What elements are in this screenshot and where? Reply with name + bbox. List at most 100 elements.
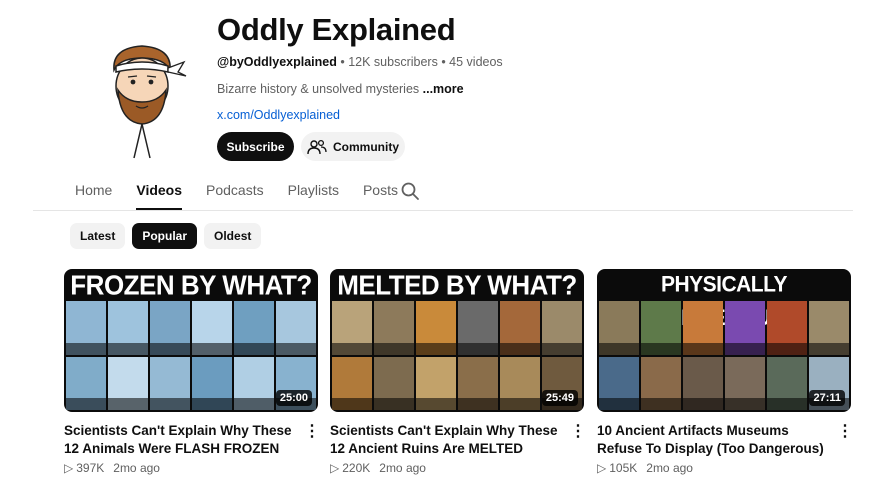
thumbnail-title: PHYSICALLY DANGEROUS? <box>651 272 797 331</box>
channel-title: Oddly Explained <box>217 12 456 47</box>
upload-age: 2mo ago <box>379 461 426 475</box>
video-duration: 25:49 <box>541 390 578 406</box>
subscriber-count: 12K subscribers <box>348 55 438 69</box>
tab-podcasts[interactable]: Podcasts <box>206 182 264 210</box>
thumbnail-tile <box>192 301 232 355</box>
video-title[interactable]: Scientists Can't Explain Why These 12 An… <box>64 422 294 458</box>
tile-caption <box>767 398 807 410</box>
thumbnail-title: MELTED BY WHAT? <box>337 269 577 301</box>
thumbnail-tile <box>599 301 639 355</box>
thumbnail-tile <box>641 301 681 355</box>
tile-caption <box>599 342 639 355</box>
video-card[interactable]: FROZEN BY WHAT? 25:00 Scientists Can't E… <box>64 269 320 475</box>
tile-caption <box>150 342 190 355</box>
thumbnail-tile <box>500 301 540 355</box>
more-link[interactable]: ...more <box>423 82 464 96</box>
video-thumbnail[interactable]: PHYSICALLY DANGEROUS? 27:11 <box>597 269 851 412</box>
tile-caption <box>641 342 681 355</box>
video-card[interactable]: PHYSICALLY DANGEROUS? 27:11 10 Ancient A… <box>597 269 853 475</box>
community-label: Community <box>333 139 399 154</box>
chip-popular[interactable]: Popular <box>132 223 198 249</box>
tile-caption <box>332 398 372 410</box>
thumbnail-tile <box>458 356 498 410</box>
thumbnail-tile <box>192 356 232 410</box>
tile-caption <box>725 398 765 410</box>
thumbnail-tile <box>234 356 274 410</box>
tile-caption <box>809 342 849 355</box>
thumbnail-tile <box>641 356 681 410</box>
more-actions-icon[interactable]: ⋮ <box>570 421 586 441</box>
tile-caption <box>500 342 540 355</box>
tile-caption <box>641 398 681 410</box>
view-count: 105K <box>609 461 638 475</box>
tile-caption <box>458 342 498 355</box>
video-card[interactable]: MELTED BY WHAT? 25:49 Scientists Can't E… <box>330 269 586 475</box>
chip-latest[interactable]: Latest <box>70 223 126 249</box>
tile-caption <box>683 398 723 410</box>
subscribe-button[interactable]: Subscribe <box>217 132 294 161</box>
channel-avatar[interactable] <box>92 40 192 160</box>
channel-link[interactable]: x.com/Oddlyexplained <box>217 108 340 122</box>
view-count: 220K <box>342 461 371 475</box>
thumbnail-tile <box>599 356 639 410</box>
thumbnail-tile <box>332 356 372 410</box>
tile-caption <box>108 342 148 355</box>
thumbnail-tile <box>66 356 106 410</box>
thumbnail-tile <box>374 301 414 355</box>
sort-chips: Latest Popular Oldest <box>70 223 262 249</box>
tile-caption <box>66 342 106 355</box>
tab-playlists[interactable]: Playlists <box>288 182 339 210</box>
tile-caption <box>683 342 723 355</box>
thumbnail-tile <box>725 301 765 355</box>
thumbnail-tile <box>809 301 849 355</box>
more-actions-icon[interactable]: ⋮ <box>837 421 853 441</box>
tile-caption <box>416 398 456 410</box>
video-count: 45 videos <box>449 55 503 69</box>
thumbnail-tile <box>683 301 723 355</box>
tab-posts[interactable]: Posts <box>363 182 398 210</box>
view-count: 397K <box>76 461 105 475</box>
tile-caption <box>192 342 232 355</box>
tile-caption <box>416 342 456 355</box>
video-thumbnail[interactable]: FROZEN BY WHAT? 25:00 <box>64 269 318 412</box>
thumbnail-tile <box>66 301 106 355</box>
tile-caption <box>66 398 106 410</box>
video-stats: ▷ 105K 2mo ago <box>597 461 693 475</box>
people-icon <box>307 139 327 154</box>
tile-caption <box>458 398 498 410</box>
video-thumbnail[interactable]: MELTED BY WHAT? 25:49 <box>330 269 584 412</box>
video-title[interactable]: 10 Ancient Artifacts Museums Refuse To D… <box>597 422 827 458</box>
chip-oldest[interactable]: Oldest <box>204 223 262 249</box>
tile-caption <box>108 398 148 410</box>
tile-caption <box>192 398 232 410</box>
tile-caption <box>150 398 190 410</box>
channel-handle: @byOddlyexplained <box>217 55 337 69</box>
thumbnail-tile <box>767 356 807 410</box>
thumbnail-title: FROZEN BY WHAT? <box>70 269 312 301</box>
thumbnail-tile <box>150 301 190 355</box>
tab-videos[interactable]: Videos <box>136 182 182 210</box>
tile-caption <box>374 398 414 410</box>
tile-caption <box>234 398 274 410</box>
tabs-divider <box>33 210 853 211</box>
video-stats: ▷ 397K 2mo ago <box>64 461 160 475</box>
tile-caption <box>542 342 582 355</box>
channel-description[interactable]: Bizarre history & unsolved mysteries ...… <box>217 82 464 96</box>
community-button[interactable]: Community <box>301 132 405 161</box>
tile-caption <box>725 342 765 355</box>
thumbnail-tile <box>108 356 148 410</box>
video-duration: 25:00 <box>275 390 312 406</box>
search-icon[interactable] <box>400 181 420 201</box>
thumbnail-tile <box>458 301 498 355</box>
more-actions-icon[interactable]: ⋮ <box>304 421 320 441</box>
description-text: Bizarre history & unsolved mysteries <box>217 82 420 96</box>
play-icon: ▷ <box>64 461 74 475</box>
upload-age: 2mo ago <box>113 461 160 475</box>
thumbnail-tile <box>276 301 316 355</box>
video-duration: 27:11 <box>809 390 845 406</box>
thumbnail-tile <box>725 356 765 410</box>
video-title[interactable]: Scientists Can't Explain Why These 12 An… <box>330 422 560 458</box>
thumbnail-tile <box>416 301 456 355</box>
tile-caption <box>234 342 274 355</box>
tab-home[interactable]: Home <box>75 182 112 210</box>
